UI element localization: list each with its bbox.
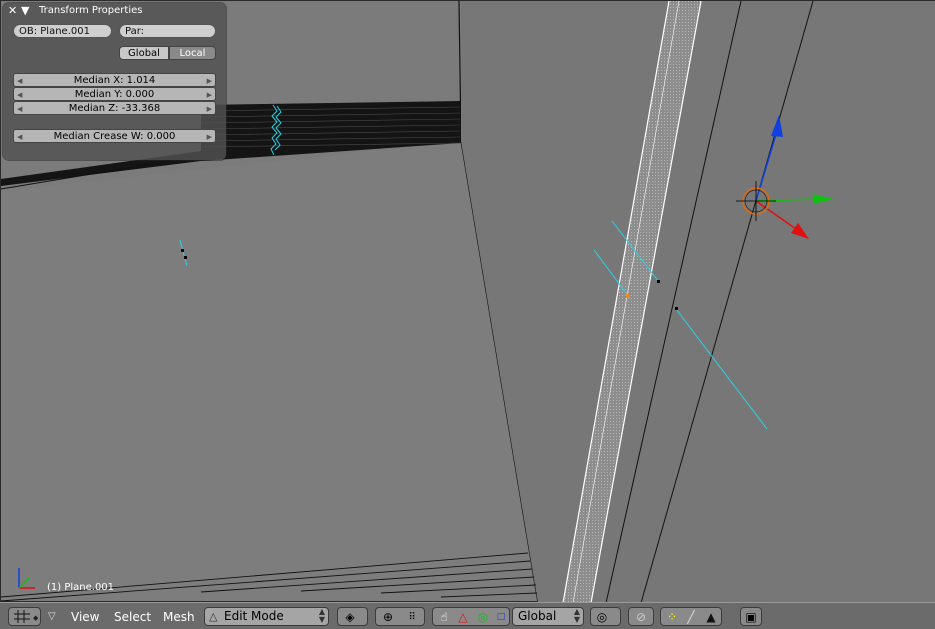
selected-vertex: [626, 294, 630, 298]
3d-viewport[interactable]: (1) Plane.001 ✕ ▼ Transform Properties O…: [0, 0, 935, 603]
close-icon[interactable]: ✕: [8, 3, 17, 19]
select-menu[interactable]: Select: [114, 608, 151, 626]
image-icon: ▣: [745, 610, 757, 624]
face-select-icon[interactable]: ▲: [702, 610, 720, 625]
rotate-ring-icon[interactable]: ◎: [475, 610, 491, 625]
collapse-menu-icon[interactable]: ▽: [48, 608, 56, 626]
pivot-button[interactable]: ⊕ ⠿: [375, 607, 425, 626]
triangle-down-icon[interactable]: ▼: [21, 3, 29, 19]
draw-type-button[interactable]: ◈: [337, 607, 368, 626]
editor-type-button[interactable]: ◆: [8, 607, 41, 626]
updown-arrows-icon: ▲ ▼: [318, 607, 325, 624]
median-z-value: Median Z: -33.368: [68, 103, 161, 114]
manipulator-buttons[interactable]: ☝ △ ◎ □: [432, 607, 510, 626]
svg-text:◆: ◆: [33, 614, 39, 622]
mesh-menu[interactable]: Mesh: [163, 608, 195, 626]
orientation-value: Global: [518, 609, 557, 623]
local-space-button[interactable]: Local: [169, 46, 216, 60]
decrement-arrow-icon[interactable]: ◀: [17, 74, 22, 86]
decrement-arrow-icon[interactable]: ◀: [17, 130, 22, 142]
snap-icon: ⊘: [635, 610, 647, 624]
render-preview-button[interactable]: ▣: [740, 607, 762, 626]
snap-button[interactable]: ⊘: [628, 607, 654, 626]
median-crease-field[interactable]: ◀ Median Crease W: 0.000 ▶: [13, 129, 216, 143]
pivot-crosshair-icon: ⊕: [382, 610, 394, 624]
parent-field[interactable]: Par:: [119, 24, 216, 38]
grid-icon: ◆: [14, 610, 39, 623]
decrement-arrow-icon[interactable]: ◀: [17, 88, 22, 100]
median-y-value: Median Y: 0.000: [74, 89, 155, 100]
panel-title: Transform Properties: [39, 5, 143, 16]
floor-lines: [1, 552, 538, 602]
increment-arrow-icon[interactable]: ▶: [207, 88, 212, 100]
vertex-select-icon[interactable]: ⁘: [663, 610, 681, 625]
right-plane: [461, 1, 935, 603]
median-x-value: Median X: 1.014: [73, 75, 156, 86]
select-mode-buttons[interactable]: ⁘ ╱ ▲: [660, 607, 722, 626]
axis-indicator-icon: [18, 568, 35, 589]
manipulator-icon: ⠿: [408, 612, 416, 623]
scale-square-icon[interactable]: □: [493, 610, 509, 625]
active-object-label: (1) Plane.001: [47, 582, 115, 593]
median-x-field[interactable]: ◀ Median X: 1.014 ▶: [13, 73, 216, 87]
increment-arrow-icon[interactable]: ▶: [207, 74, 212, 86]
median-y-field[interactable]: ◀ Median Y: 0.000 ▶: [13, 87, 216, 101]
edge-select-icon[interactable]: ╱: [682, 610, 700, 625]
blender-window: (1) Plane.001 ✕ ▼ Transform Properties O…: [0, 0, 935, 629]
proportional-edit-button[interactable]: ◎: [590, 607, 621, 626]
global-space-button[interactable]: Global: [119, 46, 169, 60]
hand-cursor-icon[interactable]: ☝: [436, 610, 452, 625]
mode-selector[interactable]: △ Edit Mode ▲ ▼: [204, 607, 329, 626]
updown-arrows-icon: ▲ ▼: [573, 607, 580, 624]
decrement-arrow-icon[interactable]: ◀: [17, 102, 22, 114]
transform-properties-panel: ✕ ▼ Transform Properties OB: Plane.001 P…: [3, 3, 226, 160]
increment-arrow-icon[interactable]: ▶: [207, 102, 212, 114]
mode-value: Edit Mode: [224, 609, 284, 623]
median-z-field[interactable]: ◀ Median Z: -33.368 ▶: [13, 101, 216, 115]
solid-cube-icon: ◈: [345, 610, 355, 624]
view-menu[interactable]: View: [71, 608, 99, 626]
median-crease-value: Median Crease W: 0.000: [53, 131, 176, 142]
translate-triangle-icon[interactable]: △: [455, 610, 471, 625]
object-name-field[interactable]: OB: Plane.001: [13, 24, 112, 38]
3d-view-header: ◆ ▽ View Select Mesh △ Edit Mode ▲ ▼ ◈ ⊕ …: [0, 602, 935, 629]
orientation-selector[interactable]: Global ▲ ▼: [512, 607, 584, 626]
panel-header: ✕ ▼ Transform Properties: [3, 3, 226, 19]
increment-arrow-icon[interactable]: ▶: [207, 130, 212, 142]
edit-mode-icon: △: [209, 610, 218, 623]
proportional-circle-icon: ◎: [596, 610, 608, 624]
